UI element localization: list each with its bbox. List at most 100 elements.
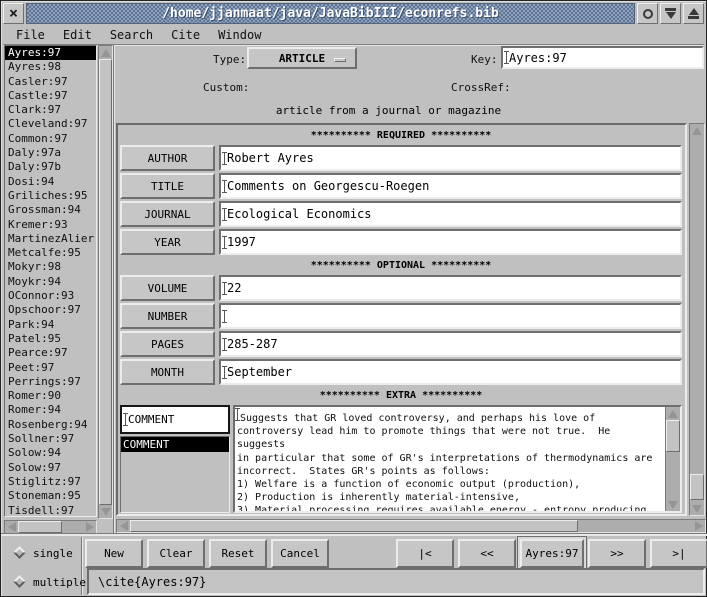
form-panel-hscrollbar[interactable] xyxy=(116,519,706,533)
multiple-mode-radio[interactable] xyxy=(13,575,26,588)
titlebar[interactable]: × /home/jjanmaat/java/JavaBibIII/econref… xyxy=(3,3,704,24)
reference-list-item[interactable]: Peet:97 xyxy=(5,361,96,375)
reference-list-item[interactable]: Moykr:94 xyxy=(5,275,96,289)
close-button[interactable]: × xyxy=(3,3,24,24)
field-text-input[interactable]: September xyxy=(219,359,682,385)
field-label-button[interactable]: AUTHOR xyxy=(120,145,215,171)
field-label-button[interactable]: TITLE xyxy=(120,173,215,199)
field-label-button[interactable]: JOURNAL xyxy=(120,201,215,227)
scrollbar-thumb[interactable] xyxy=(690,474,704,500)
action-button[interactable]: New xyxy=(85,539,143,568)
reference-list-item[interactable]: Griliches:95 xyxy=(5,189,96,203)
reference-list-item[interactable]: Grossman:94 xyxy=(5,203,96,217)
action-button[interactable]: Reset xyxy=(209,539,267,568)
reference-list-item[interactable]: Ayres:97 xyxy=(5,46,96,60)
reference-list-item[interactable]: Casler:97 xyxy=(5,75,96,89)
scroll-down-arrow[interactable] xyxy=(690,502,704,515)
field-text-input[interactable] xyxy=(219,303,682,329)
extra-field-name-input[interactable]: COMMENT xyxy=(120,405,230,434)
scroll-right-arrow[interactable] xyxy=(692,520,705,532)
scroll-up-arrow[interactable] xyxy=(99,46,112,59)
reference-list-item[interactable]: Mokyr:98 xyxy=(5,260,96,274)
reference-list-item[interactable]: Sollner:97 xyxy=(5,432,96,446)
extra-textarea-vscrollbar[interactable] xyxy=(665,407,680,511)
field-text-input[interactable]: 1997 xyxy=(219,229,682,255)
field-label-button[interactable]: NUMBER xyxy=(120,303,215,329)
field-label-button[interactable]: VOLUME xyxy=(120,275,215,301)
form-panel-vscrollbar[interactable] xyxy=(689,123,705,516)
field-label-button[interactable]: PAGES xyxy=(120,331,215,357)
reference-list-item[interactable]: Stiglitz:97 xyxy=(5,475,96,489)
reference-list-item[interactable]: MartinezAlier:9 xyxy=(5,232,96,246)
scrollbar-trough[interactable] xyxy=(18,521,83,533)
field-text-input[interactable]: Robert Ayres xyxy=(219,145,682,171)
scrollbar-thumb[interactable] xyxy=(130,520,578,532)
reference-list-item[interactable]: Park:94 xyxy=(5,318,96,332)
scrollbar-thumb[interactable] xyxy=(18,521,62,533)
reference-list-item[interactable]: Metcalfe:95 xyxy=(5,246,96,260)
scroll-down-arrow[interactable] xyxy=(99,505,112,518)
scroll-left-arrow[interactable] xyxy=(5,521,18,533)
reference-list-item[interactable]: Perrings:97 xyxy=(5,375,96,389)
field-text-input[interactable]: 285-287 xyxy=(219,331,682,357)
nav-button[interactable]: Ayres:97 xyxy=(520,539,584,568)
lower-button[interactable] xyxy=(660,3,681,24)
reference-list-item[interactable]: Patel:95 xyxy=(5,332,96,346)
nav-button[interactable]: |< xyxy=(396,539,454,568)
scroll-left-arrow[interactable] xyxy=(117,520,130,532)
single-mode-label[interactable]: single xyxy=(33,547,73,560)
reference-list-item[interactable]: Common:97 xyxy=(5,132,96,146)
field-label-button[interactable]: YEAR xyxy=(120,229,215,255)
nav-button[interactable]: >> xyxy=(588,539,646,568)
multiple-mode-label[interactable]: multiple xyxy=(33,576,86,589)
nav-button[interactable]: << xyxy=(458,539,516,568)
cite-command-field[interactable]: \cite{Ayres:97} xyxy=(87,568,705,595)
action-button[interactable]: Clear xyxy=(147,539,205,568)
scrollbar-thumb[interactable] xyxy=(666,420,680,452)
field-text-input[interactable]: Comments on Georgescu-Roegen xyxy=(219,173,682,199)
reference-list-item[interactable]: Dosi:94 xyxy=(5,175,96,189)
menu-item[interactable]: Cite xyxy=(171,28,200,42)
reference-list-item[interactable]: Solow:97 xyxy=(5,461,96,475)
reference-list-item[interactable]: Cleveland:97 xyxy=(5,117,96,131)
reference-list-item[interactable]: Ayres:98 xyxy=(5,60,96,74)
reference-list-item[interactable]: Tisdell:97 xyxy=(5,504,96,518)
scroll-right-arrow[interactable] xyxy=(83,521,96,533)
field-text-input[interactable]: Ecological Economics xyxy=(219,201,682,227)
reference-list-item[interactable]: Pearce:97 xyxy=(5,346,96,360)
key-field[interactable]: Ayres:97 xyxy=(501,46,704,69)
nav-button[interactable]: >| xyxy=(650,539,707,568)
menu-item[interactable]: Search xyxy=(110,28,153,42)
scroll-up-arrow[interactable] xyxy=(690,124,704,137)
reference-list-item[interactable]: Romer:90 xyxy=(5,389,96,403)
reference-list-item[interactable]: OConnor:93 xyxy=(5,289,96,303)
reference-list-item[interactable]: Daly:97a xyxy=(5,146,96,160)
raise-button[interactable] xyxy=(683,3,704,24)
reference-list-item[interactable]: Clark:97 xyxy=(5,103,96,117)
reference-list-item[interactable]: Solow:94 xyxy=(5,446,96,460)
reference-list-item[interactable]: Kremer:93 xyxy=(5,218,96,232)
extra-textarea[interactable]: Suggests that GR loved controversy, and … xyxy=(235,407,665,511)
reference-list-item[interactable]: Rosenberg:94 xyxy=(5,418,96,432)
reference-list-item[interactable]: Romer:94 xyxy=(5,403,96,417)
reference-list-vscrollbar[interactable] xyxy=(98,45,113,519)
reference-list-item[interactable]: Daly:97b xyxy=(5,160,96,174)
field-label-button[interactable]: MONTH xyxy=(120,359,215,385)
action-button[interactable]: Cancel xyxy=(271,539,329,568)
scrollbar-trough[interactable] xyxy=(690,137,704,502)
scrollbar-trough[interactable] xyxy=(666,420,680,498)
reference-list-hscrollbar[interactable] xyxy=(4,520,97,534)
titlebar-drag-area[interactable]: /home/jjanmaat/java/JavaBibIII/econrefs.… xyxy=(26,3,635,24)
field-text-input[interactable]: 22 xyxy=(219,275,682,301)
scrollbar-trough[interactable] xyxy=(130,520,692,532)
scrollbar-trough[interactable] xyxy=(99,59,112,505)
type-option-menu[interactable]: ARTICLE xyxy=(247,47,357,69)
reference-list-item[interactable]: Stoneman:95 xyxy=(5,489,96,503)
scroll-up-arrow[interactable] xyxy=(666,407,680,420)
reference-list-item[interactable]: Opschoor:97 xyxy=(5,303,96,317)
reference-list-item[interactable]: Castle:97 xyxy=(5,89,96,103)
menu-item[interactable]: File xyxy=(16,28,45,42)
scrollbar-thumb[interactable] xyxy=(99,59,112,505)
single-mode-radio[interactable] xyxy=(13,546,26,559)
menu-item[interactable]: Edit xyxy=(63,28,92,42)
